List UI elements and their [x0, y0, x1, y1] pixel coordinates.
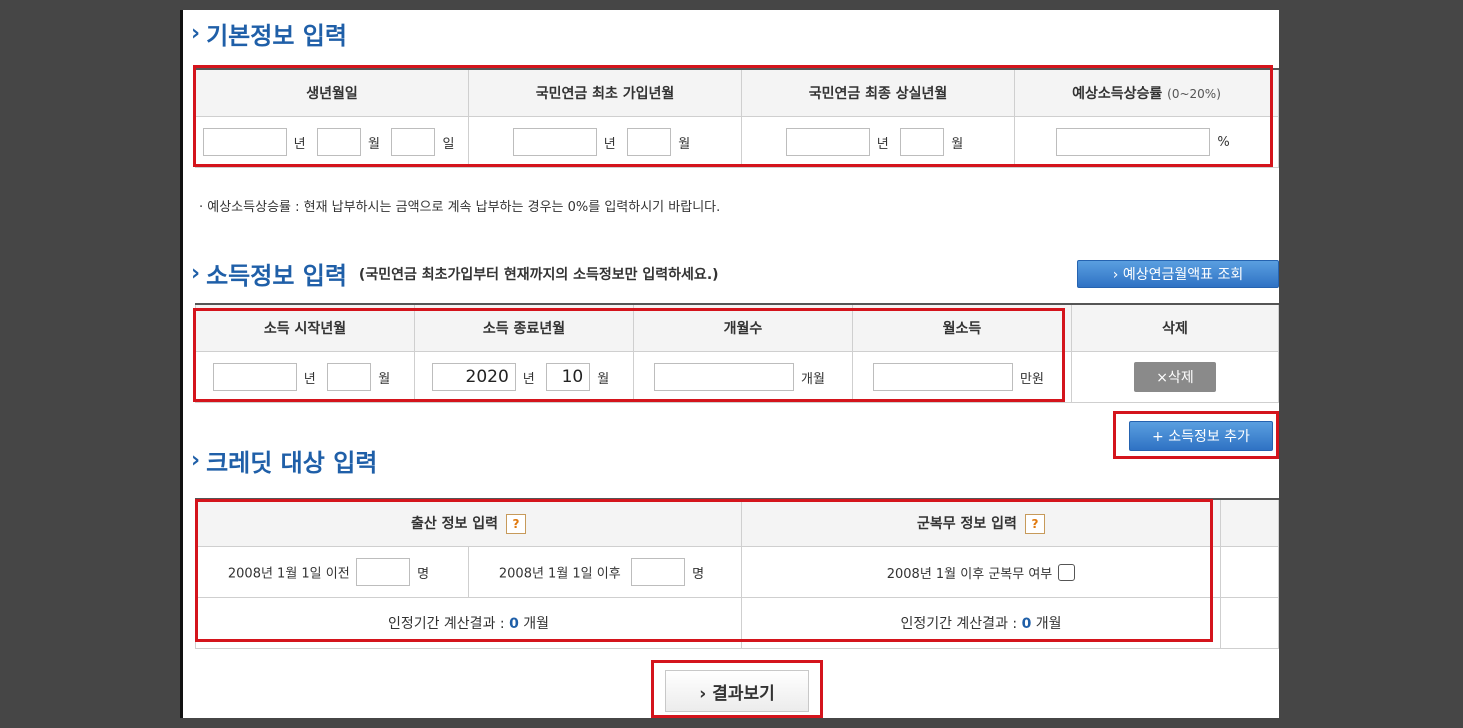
birth-result-cell: 인정기간 계산결과 : 0 개월 — [195, 597, 742, 649]
months-cell: 개월 — [633, 351, 853, 403]
birthdate-cell: 년 월 일 — [195, 116, 469, 168]
pension-table-view-button[interactable]: › 예상연금월액표 조회 — [1077, 260, 1279, 288]
credit-spacer-cell — [1220, 597, 1279, 649]
birth-result-value: 0 — [509, 616, 519, 632]
credit-table: 출산 정보 입력? 군복무 정보 입력? 2008년 1월 1일 이전 명 20… — [195, 498, 1279, 649]
chevron-right-icon: › — [191, 261, 201, 286]
last-loss-month-input[interactable] — [900, 128, 945, 156]
income-growth-note: · 예상소득상승률 : 현재 납부하시는 금액으로 계속 납부하는 경우는 0%… — [199, 200, 721, 215]
header-birthdate: 생년월일 — [195, 68, 469, 117]
birth-month-input[interactable] — [317, 128, 362, 156]
last-loss-cell: 년 월 — [741, 116, 1015, 168]
chevron-right-icon: › — [191, 448, 201, 473]
credit-title: › 크레딧 대상 입력 — [191, 448, 378, 477]
income-info-table: 소득 시작년월 소득 종료년월 개월수 월소득 삭제 년 월 2020 년 10 월… — [195, 303, 1279, 403]
header-income-growth: 예상소득상승률 (0~20%) — [1014, 68, 1279, 117]
income-start-year-input[interactable] — [212, 363, 297, 391]
header-months: 개월수 — [633, 303, 853, 352]
income-end-cell: 2020 년 10 월 — [414, 351, 634, 403]
last-loss-year-input[interactable] — [785, 128, 870, 156]
chevron-right-icon: › — [191, 21, 201, 46]
birth-info-header: 출산 정보 입력? — [195, 498, 742, 547]
birth-before-input[interactable] — [356, 558, 411, 586]
military-result-cell: 인정기간 계산결과 : 0 개월 — [741, 597, 1221, 649]
income-info-title: › 소득정보 입력 (국민연금 최초가입부터 현재까지의 소득정보만 입력하세요… — [191, 261, 719, 290]
income-end-year-input[interactable]: 2020 — [431, 363, 516, 391]
basic-info-title: › 기본정보 입력 — [191, 21, 347, 50]
military-result-value: 0 — [1021, 616, 1032, 632]
income-start-cell: 년 월 — [195, 351, 415, 403]
delete-cell: ×삭제 — [1071, 351, 1279, 403]
header-monthly-income: 월소득 — [852, 303, 1072, 352]
view-result-button[interactable]: › 결과보기 — [665, 670, 809, 712]
header-delete: 삭제 — [1071, 303, 1279, 352]
months-input[interactable] — [654, 363, 795, 391]
birth-day-input[interactable] — [391, 128, 436, 156]
question-icon[interactable]: ? — [1024, 513, 1045, 534]
question-icon[interactable]: ? — [506, 513, 527, 534]
header-last-loss: 국민연금 최종 상실년월 — [741, 68, 1015, 117]
first-join-month-input[interactable] — [627, 128, 672, 156]
header-income-end: 소득 종료년월 — [414, 303, 634, 352]
first-join-year-input[interactable] — [512, 128, 597, 156]
income-end-month-input[interactable]: 10 — [546, 363, 591, 391]
basic-info-table: 생년월일 국민연금 최초 가입년월 국민연금 최종 상실년월 예상소득상승률 (… — [195, 68, 1279, 168]
header-first-join: 국민연금 최초 가입년월 — [468, 68, 742, 117]
first-join-cell: 년 월 — [468, 116, 742, 168]
military-info-header: 군복무 정보 입력? — [741, 498, 1221, 547]
income-growth-cell: % — [1014, 116, 1279, 168]
monthly-income-cell: 만원 — [852, 351, 1072, 403]
header-income-start: 소득 시작년월 — [195, 303, 415, 352]
military-cell: 2008년 1월 이후 군복무 여부 — [741, 546, 1221, 598]
income-growth-input[interactable] — [1056, 128, 1211, 156]
credit-spacer-header — [1220, 498, 1279, 547]
delete-income-button[interactable]: ×삭제 — [1134, 362, 1216, 392]
birth-year-input[interactable] — [202, 128, 287, 156]
credit-spacer-cell — [1220, 546, 1279, 598]
birth-after-input[interactable] — [631, 558, 686, 586]
birth-after-cell: 2008년 1월 1일 이후 명 — [468, 546, 742, 598]
birth-before-cell: 2008년 1월 1일 이전 명 — [195, 546, 469, 598]
pension-calculator-page: › 기본정보 입력 생년월일 국민연금 최초 가입년월 국민연금 최종 상실년월… — [180, 10, 1279, 718]
income-start-month-input[interactable] — [327, 363, 372, 391]
military-service-checkbox[interactable] — [1058, 563, 1076, 581]
add-income-button[interactable]: + 소득정보 추가 — [1129, 421, 1273, 451]
monthly-income-input[interactable] — [873, 363, 1014, 391]
